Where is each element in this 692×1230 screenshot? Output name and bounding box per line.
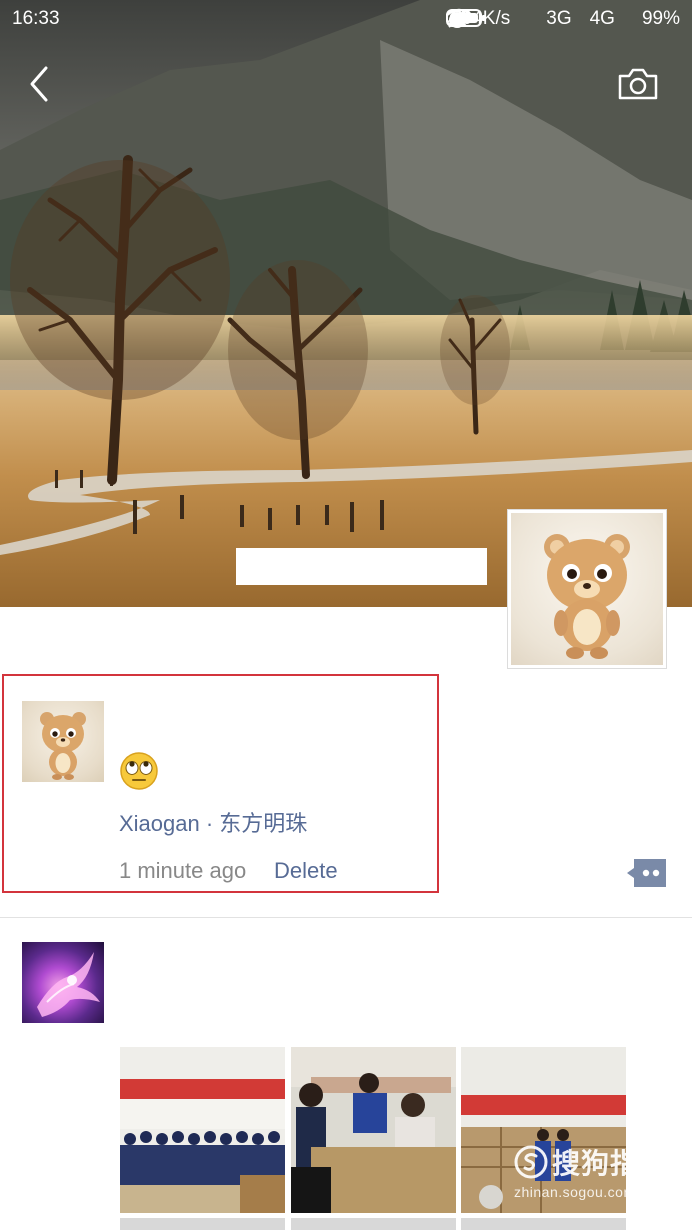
bear-avatar-image	[544, 534, 630, 659]
bear-avatar-image	[40, 712, 86, 780]
post-photo-6[interactable]	[461, 1218, 626, 1230]
post-photo-4[interactable]	[120, 1218, 285, 1230]
post-photo-5[interactable]	[291, 1218, 456, 1230]
post-photo-1[interactable]	[120, 1047, 285, 1213]
sogou-logo-icon	[514, 1145, 548, 1179]
profile-avatar[interactable]	[507, 509, 667, 669]
post-photo-2[interactable]	[291, 1047, 456, 1213]
network-type-2: 4G	[589, 8, 615, 29]
redacted-username	[236, 548, 487, 585]
comment-button[interactable]	[626, 857, 668, 889]
camera-button[interactable]	[616, 64, 660, 104]
classroom-photo-image	[291, 1047, 456, 1213]
second-post-avatar[interactable]	[22, 942, 104, 1023]
status-right: 2.04K/s 3G 4G 99%	[445, 8, 680, 30]
chevron-left-icon	[30, 66, 48, 102]
battery-level: 99%	[641, 8, 680, 29]
sogou-watermark: 搜狗指南 zhinan.sogou.com	[514, 1142, 668, 1200]
group-photo-image	[120, 1047, 285, 1213]
eye-roll-emoji-icon	[119, 751, 159, 791]
back-button[interactable]	[22, 62, 58, 106]
post-divider	[0, 917, 692, 918]
watermark-brand-text: 搜狗指南	[552, 1148, 669, 1179]
status-time: 16:33	[12, 8, 60, 29]
comment-dots-icon	[627, 859, 666, 887]
watermark-site: zhinan.sogou.com	[514, 1184, 636, 1200]
delete-button[interactable]: Delete	[274, 858, 338, 884]
post-timestamp: 1 minute ago	[119, 858, 247, 883]
network-type-1: 3G	[546, 8, 572, 29]
post-location-link[interactable]: Xiaogan · 东方明珠	[119, 806, 307, 838]
camera-icon	[618, 68, 658, 100]
post-author-avatar[interactable]	[22, 701, 104, 782]
phoenix-avatar-image	[37, 952, 100, 1017]
watermark-brand: 搜狗指南	[514, 1142, 668, 1182]
status-bar: 16:33 2.04K/s 3G 4G 99%	[0, 0, 692, 40]
